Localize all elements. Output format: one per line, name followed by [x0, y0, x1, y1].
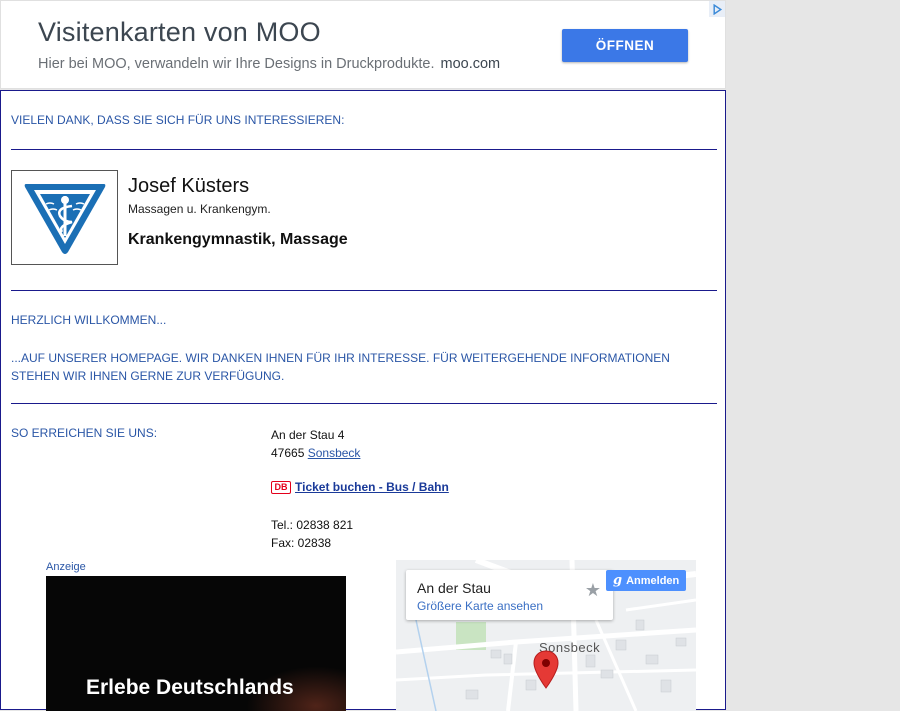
- ad-open-button[interactable]: ÖFFNEN: [562, 29, 688, 62]
- ticket-link[interactable]: Ticket buchen - Bus / Bahn: [295, 480, 449, 494]
- map-embed[interactable]: An der Stau Größere Karte ansehen ★ g An…: [396, 560, 696, 711]
- city-link[interactable]: Sonsbeck: [308, 446, 361, 460]
- physio-logo-icon: [24, 183, 105, 254]
- address-city-line: 47665 Sonsbeck: [271, 444, 360, 462]
- phone-block: Tel.: 02838 821 Fax: 02838: [271, 516, 353, 552]
- google-g-icon: g: [613, 573, 623, 588]
- map-info-card: An der Stau Größere Karte ansehen ★: [406, 570, 613, 620]
- fax-number: Fax: 02838: [271, 536, 332, 550]
- ad-title[interactable]: Visitenkarten von MOO: [38, 17, 321, 48]
- business-logo: [11, 170, 118, 265]
- divider: [11, 290, 717, 291]
- welcome-text: ...AUF UNSERER HOMEPAGE. WIR DANKEN IHNE…: [11, 351, 670, 383]
- divider: [11, 149, 717, 150]
- ad-domain[interactable]: moo.com: [440, 56, 500, 72]
- signin-label: Anmelden: [626, 574, 680, 587]
- ticket-row: DB Ticket buchen - Bus / Bahn: [271, 480, 449, 494]
- larger-map-link[interactable]: Größere Karte ansehen: [417, 599, 543, 613]
- adchoices-icon[interactable]: [709, 1, 725, 17]
- ad-description: Hier bei MOO, verwandeln wir Ihre Design…: [38, 56, 500, 72]
- address-zip: 47665: [271, 446, 305, 460]
- map-place-title: An der Stau: [417, 580, 491, 596]
- main-content: VIELEN DANK, DASS SIE SICH FÜR UNS INTER…: [0, 90, 726, 711]
- contact-label: SO ERREICHEN SIE UNS:: [11, 426, 158, 440]
- address-street: An der Stau 4: [271, 428, 345, 442]
- phone-number: Tel.: 02838 821: [271, 518, 354, 532]
- map-pin-icon[interactable]: [533, 650, 559, 690]
- business-subtitle: Massagen u. Krankengym.: [128, 202, 271, 216]
- video-ad-text: Erlebe Deutschlands: [86, 676, 294, 699]
- business-category: Krankengymnastik, Massage: [128, 231, 348, 248]
- business-name: Josef Küsters: [128, 175, 250, 197]
- divider: [11, 403, 717, 404]
- address-block: An der Stau 4 47665 Sonsbeck: [271, 426, 360, 462]
- welcome-heading: HERZLICH WILLKOMMEN...: [11, 313, 167, 327]
- db-logo-icon: DB: [271, 480, 291, 494]
- save-star-icon[interactable]: ★: [585, 580, 601, 601]
- map-signin-button[interactable]: g Anmelden: [606, 570, 686, 591]
- ad-banner[interactable]: Visitenkarten von MOO Hier bei MOO, verw…: [0, 0, 726, 89]
- ad-description-text: Hier bei MOO, verwandeln wir Ihre Design…: [38, 56, 435, 72]
- video-ad[interactable]: Erlebe Deutschlands: [46, 576, 346, 711]
- thanks-heading: VIELEN DANK, DASS SIE SICH FÜR UNS INTER…: [11, 113, 345, 127]
- ad-label: Anzeige: [46, 561, 86, 573]
